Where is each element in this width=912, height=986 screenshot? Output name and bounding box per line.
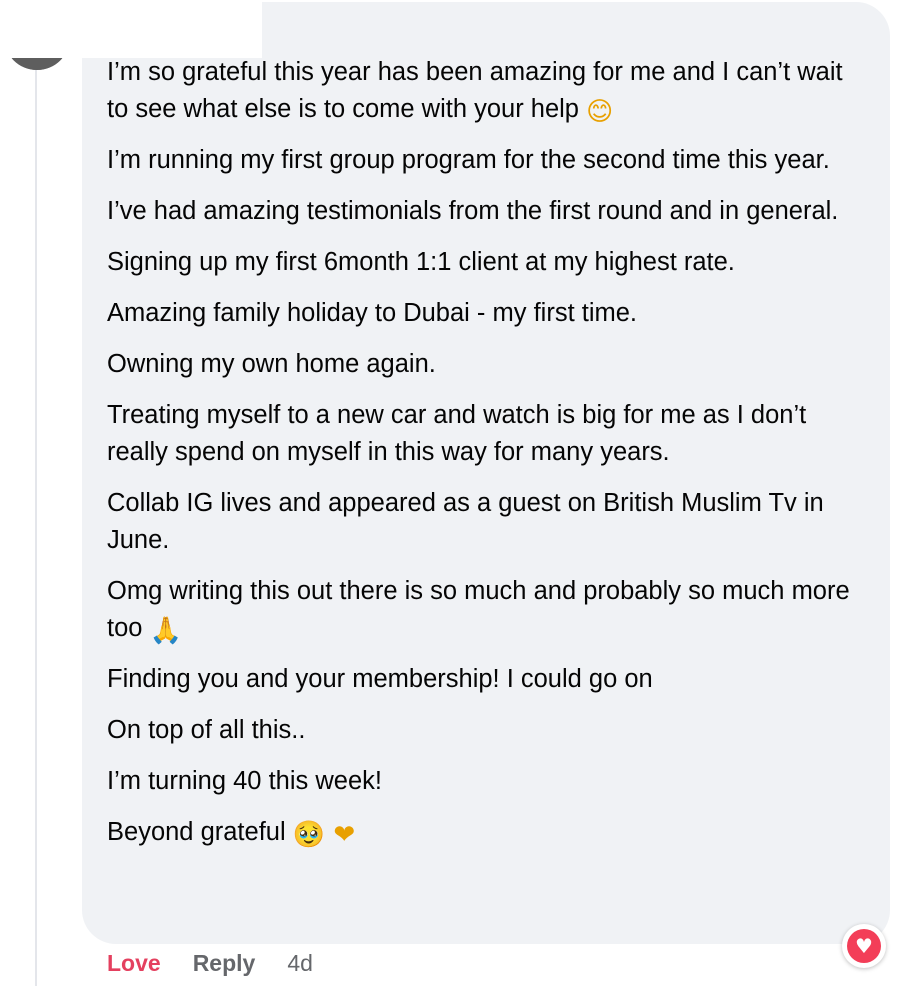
thread-line [35, 62, 37, 986]
comment-paragraph: Signing up my first 6month 1:1 client at… [107, 248, 735, 276]
love-button[interactable]: Love [107, 950, 161, 977]
reaction-badge[interactable]: ♥ [842, 924, 886, 968]
redacted-author-name [0, 0, 262, 58]
smiling-face-icon: 😊 [586, 97, 614, 127]
comment-paragraph: Treating myself to a new car and watch i… [107, 401, 807, 466]
comment-paragraph: Beyond grateful 🥹 ❤ [107, 818, 356, 850]
comment-paragraph: Collab IG lives and appeared as a guest … [107, 489, 824, 554]
folded-hands-icon: 🙏 [149, 616, 182, 646]
comment-paragraph: Finding you and your membership! I could… [107, 665, 653, 693]
comment-paragraph: I’ve had amazing testimonials from the f… [107, 197, 839, 225]
comment-actions: Love Reply 4d [107, 950, 313, 977]
comment-paragraph: I’m turning 40 this week! [107, 767, 382, 795]
comment-text: I’m so grateful this year has been amazi… [107, 54, 857, 865]
comment-paragraph: Amazing family holiday to Dubai - my fir… [107, 299, 637, 327]
comment-paragraph: Omg writing this out there is so much an… [107, 577, 850, 646]
holding-back-tears-and-heart-icon: 🥹 ❤ [292, 820, 356, 850]
timestamp[interactable]: 4d [287, 950, 313, 977]
comment-paragraph: On top of all this.. [107, 716, 306, 744]
reply-button[interactable]: Reply [193, 950, 256, 977]
comment-paragraph: I’m running my first group program for t… [107, 146, 830, 174]
comment-paragraph: Owning my own home again. [107, 350, 436, 378]
comment-paragraph: I’m so grateful this year has been amazi… [107, 58, 843, 127]
heart-reaction-icon: ♥ [847, 929, 881, 963]
